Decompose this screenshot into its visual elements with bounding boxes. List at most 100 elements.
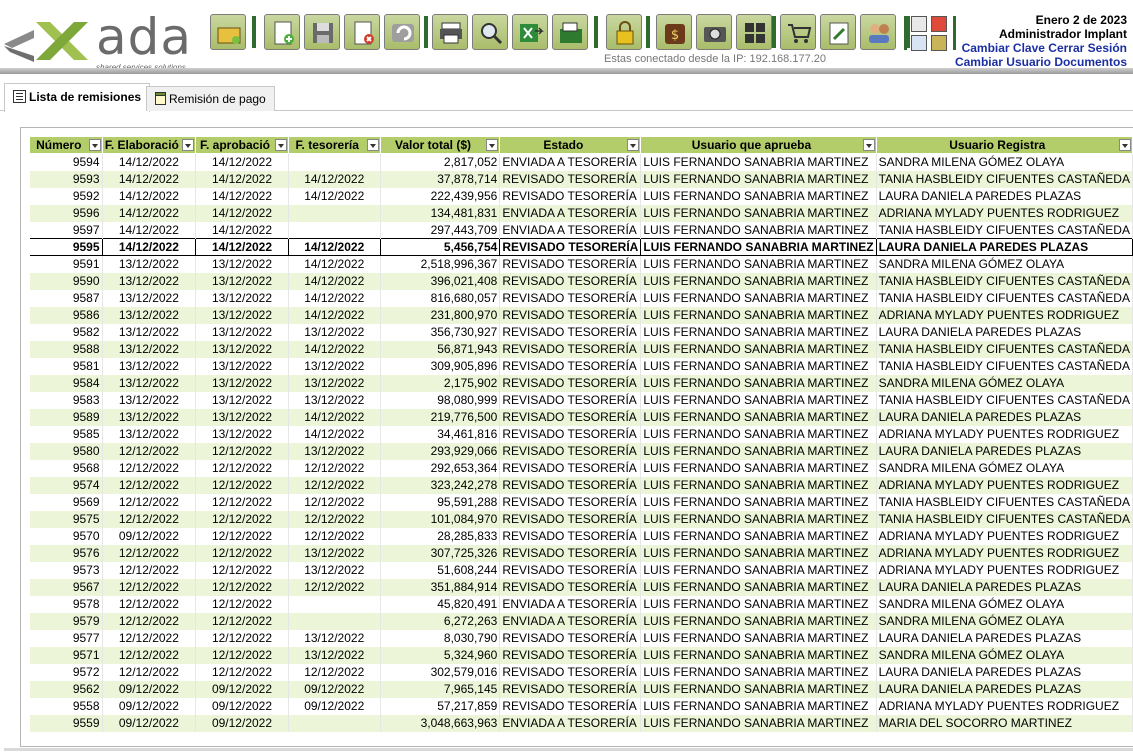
table-cell: 9592 [29, 187, 103, 205]
edit-button[interactable] [820, 14, 856, 50]
table-cell: 12/12/2022 [195, 646, 289, 664]
table-row[interactable]: 9567 12/12/2022 12/12/2022 12/12/2022 351,88… [29, 578, 1133, 596]
table-cell: 9590 [29, 272, 103, 290]
table-row[interactable]: 9589 13/12/2022 13/12/2022 14/12/2022 219,77… [29, 408, 1133, 426]
column-filter-dropdown-icon[interactable] [366, 139, 379, 151]
change-user-link[interactable]: Cambiar Usuario [955, 55, 1051, 69]
windows-icon[interactable] [911, 35, 927, 51]
table-cell: LAURA DANIELA PAREDES PLAZAS [876, 663, 1133, 681]
table-row[interactable]: 9574 12/12/2022 12/12/2022 12/12/2022 323,24… [29, 476, 1133, 494]
table-row[interactable]: 9582 13/12/2022 13/12/2022 13/12/2022 356,73… [29, 323, 1133, 341]
table-row[interactable]: 9558 09/12/2022 09/12/2022 09/12/2022 57,217… [29, 697, 1133, 715]
table-cell: 14/12/2022 [288, 170, 381, 188]
table-row[interactable]: 9573 12/12/2022 12/12/2022 13/12/2022 51,608… [29, 561, 1133, 579]
search-button[interactable] [472, 14, 508, 50]
table-row[interactable]: 9579 12/12/2022 12/12/2022 6,272,263 ENVIADA… [29, 612, 1133, 630]
table-cell: 12/12/2022 [102, 442, 197, 460]
table-cell: 9577 [29, 629, 103, 647]
table-cell: REVISADO TESORERÍA [499, 510, 642, 528]
logout-link[interactable]: Cerrar Sesión [1048, 41, 1127, 55]
undo-button[interactable] [384, 14, 420, 50]
column-filter-dropdown-icon[interactable] [627, 139, 640, 151]
camera-button[interactable] [696, 14, 732, 50]
table-cell: 13/12/2022 [288, 646, 381, 664]
column-filter-dropdown-icon[interactable] [1119, 139, 1131, 151]
table-row[interactable]: 9572 12/12/2022 12/12/2022 12/12/2022 302,57… [29, 663, 1133, 681]
table-cell: ENVIADA A TESORERÍA [499, 714, 642, 732]
folder-small-icon[interactable] [931, 35, 947, 51]
table-row[interactable]: 9568 12/12/2022 12/12/2022 12/12/2022 292,65… [29, 459, 1133, 477]
table-cell: 28,285,833 [380, 527, 501, 545]
users-button[interactable] [860, 14, 896, 50]
table-row[interactable]: 9569 12/12/2022 12/12/2022 12/12/2022 95,591… [29, 493, 1133, 511]
table-row[interactable]: 9597 14/12/2022 14/12/2022 297,443,709 ENVIA… [29, 221, 1133, 239]
lock-button[interactable] [606, 14, 642, 50]
table-row[interactable]: 9576 12/12/2022 12/12/2022 13/12/2022 307,72… [29, 544, 1133, 562]
table-cell: 12/12/2022 [102, 459, 197, 477]
table-row[interactable]: 9586 13/12/2022 13/12/2022 14/12/2022 231,80… [29, 306, 1133, 324]
table-row[interactable]: 9596 14/12/2022 14/12/2022 134,481,831 ENVIA… [29, 204, 1133, 222]
table-cell: REVISADO TESORERÍA [499, 527, 642, 545]
table-row[interactable]: 9593 14/12/2022 14/12/2022 14/12/2022 37,878… [29, 170, 1133, 188]
cart-button[interactable] [780, 14, 816, 50]
table-row[interactable]: 9592 14/12/2022 14/12/2022 14/12/2022 222,43… [29, 187, 1133, 205]
table-cell: 816,680,057 [380, 289, 501, 307]
table-row[interactable]: 9571 12/12/2022 12/12/2022 13/12/2022 5,324,… [29, 646, 1133, 664]
table-cell: 9579 [29, 612, 103, 630]
table-cell: 9581 [29, 357, 103, 375]
table-row[interactable]: 9583 13/12/2022 13/12/2022 13/12/2022 98,080… [29, 391, 1133, 409]
table-row[interactable]: 9594 14/12/2022 14/12/2022 2,817,052 ENVIADA… [29, 153, 1133, 171]
column-filter-dropdown-icon[interactable] [182, 139, 195, 151]
delete-button[interactable] [344, 14, 380, 50]
tab-lista-remisiones[interactable]: Lista de remisiones [4, 83, 151, 112]
send-button[interactable] [552, 14, 588, 50]
table-row[interactable]: 9591 13/12/2022 13/12/2022 14/12/2022 2,518,… [29, 255, 1133, 273]
table-cell: 12/12/2022 [102, 629, 197, 647]
export-excel-button[interactable] [512, 14, 548, 50]
table-cell: 14/12/2022 [288, 340, 381, 358]
column-header[interactable]: F. tesorería [287, 136, 381, 154]
table-row[interactable]: 9585 13/12/2022 13/12/2022 14/12/2022 34,461… [29, 425, 1133, 443]
table-row[interactable]: 9559 09/12/2022 09/12/2022 3,048,663,963 ENV… [29, 714, 1133, 732]
table-row[interactable]: 9588 13/12/2022 13/12/2022 14/12/2022 56,871… [29, 340, 1133, 358]
table-row[interactable]: 9577 12/12/2022 12/12/2022 13/12/2022 8,030,… [29, 629, 1133, 647]
documents-link[interactable]: Documentos [1054, 55, 1127, 69]
column-filter-dropdown-icon[interactable] [88, 139, 101, 151]
grid-button[interactable] [736, 14, 772, 50]
column-header[interactable]: F. aprobació [195, 136, 289, 154]
table-row[interactable]: 9578 12/12/2022 12/12/2022 45,820,491 ENVIAD… [29, 595, 1133, 613]
document-icon [155, 92, 166, 105]
table-cell: 9586 [29, 306, 103, 324]
list-view-icon[interactable] [911, 16, 927, 32]
color-palette-icon[interactable] [931, 16, 947, 32]
table-row[interactable]: 9562 09/12/2022 09/12/2022 09/12/2022 7,965,… [29, 680, 1133, 698]
table-row[interactable]: 9580 12/12/2022 12/12/2022 13/12/2022 293,92… [29, 442, 1133, 460]
column-header[interactable]: Valor total ($) [379, 136, 501, 154]
table-cell: 2,518,996,367 [380, 255, 501, 273]
new-document-button[interactable] [264, 14, 300, 50]
column-header[interactable]: Usuario que aprueba [640, 136, 877, 154]
table-row[interactable]: 9590 13/12/2022 13/12/2022 14/12/2022 396,02… [29, 272, 1133, 290]
table-row[interactable]: 9587 13/12/2022 13/12/2022 14/12/2022 816,68… [29, 289, 1133, 307]
column-filter-dropdown-icon[interactable] [486, 139, 499, 151]
open-folder-button[interactable] [210, 14, 246, 50]
table-cell: ADRIANA MYLADY PUENTES RODRIGUEZ [876, 527, 1133, 545]
change-password-link[interactable]: Cambiar Clave [962, 41, 1045, 55]
table-row[interactable]: 9575 12/12/2022 12/12/2022 12/12/2022 101,08… [29, 510, 1133, 528]
column-header[interactable]: Número [29, 136, 103, 154]
table-cell: REVISADO TESORERÍA [499, 629, 642, 647]
tab-remision-pago[interactable]: Remisión de pago [146, 86, 275, 111]
column-filter-dropdown-icon[interactable] [862, 139, 875, 151]
table-row[interactable]: 9584 13/12/2022 13/12/2022 13/12/2022 2,175,… [29, 374, 1133, 392]
print-button[interactable] [432, 14, 468, 50]
column-filter-dropdown-icon[interactable] [274, 139, 287, 151]
money-bag-button[interactable]: $ [656, 14, 692, 50]
save-button[interactable] [304, 14, 340, 50]
table-row[interactable]: 9570 09/12/2022 12/12/2022 12/12/2022 28,285… [29, 527, 1133, 545]
column-header[interactable]: F. Elaboració [101, 136, 197, 154]
column-header[interactable]: Usuario Registra [875, 136, 1133, 154]
column-header[interactable]: Estado [499, 136, 642, 154]
table-cell: REVISADO TESORERÍA [499, 680, 642, 698]
table-row[interactable]: 9595 14/12/2022 14/12/2022 14/12/2022 5,456,… [29, 238, 1133, 256]
table-row[interactable]: 9581 13/12/2022 13/12/2022 13/12/2022 309,90… [29, 357, 1133, 375]
